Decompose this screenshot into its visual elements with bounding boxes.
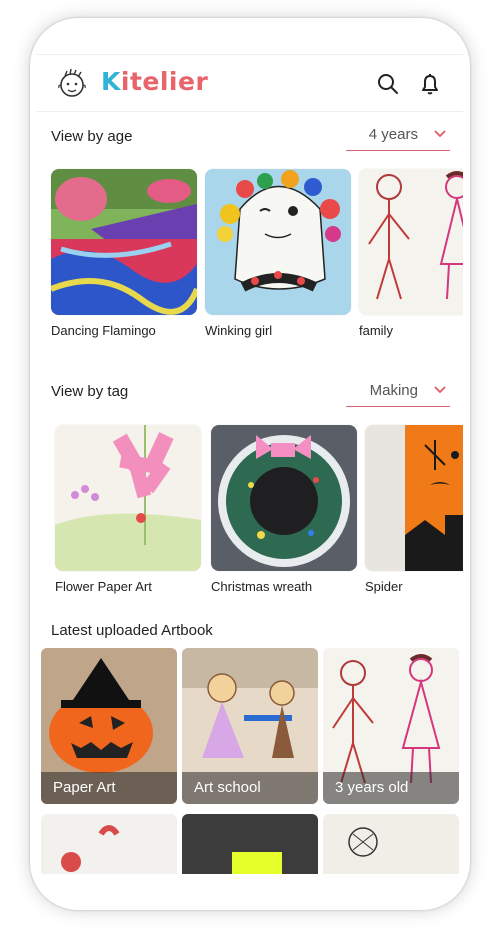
app-bar: Kitelier xyxy=(37,55,463,112)
artwork-card[interactable]: Christmas wreath xyxy=(211,425,357,594)
tag-artwork-row[interactable]: Flower Paper Art Christmas wreath Spider xyxy=(37,425,463,600)
app-screen: Kitelier View by age 4 years Dancing Fla… xyxy=(37,54,463,877)
artwork-caption: Dancing Flamingo xyxy=(51,323,156,338)
bell-icon[interactable] xyxy=(418,72,442,96)
artwork-caption: Spider xyxy=(365,579,403,594)
artbook-tile[interactable] xyxy=(41,814,177,874)
artbook-tile[interactable]: Art school xyxy=(182,648,318,804)
artbook-tile[interactable]: Paper Art xyxy=(41,648,177,804)
artbook-tile[interactable] xyxy=(323,814,459,874)
brand-text-rest: itelier xyxy=(120,67,209,96)
search-icon[interactable] xyxy=(376,72,400,96)
latest-artbook-title: Latest uploaded Artbook xyxy=(51,622,213,639)
app-logo-text: Kitelier xyxy=(101,67,208,96)
artwork-thumbnail[interactable] xyxy=(51,169,197,315)
artwork-caption: Christmas wreath xyxy=(211,579,313,594)
artwork-caption: family xyxy=(359,323,393,338)
brand-letter-k: K xyxy=(101,67,121,96)
artbook-label: Art school xyxy=(182,772,318,804)
artwork-caption: Winking girl xyxy=(205,323,273,338)
artwork-thumbnail[interactable] xyxy=(359,169,463,315)
artwork-thumbnail[interactable] xyxy=(55,425,201,571)
artwork-card[interactable]: family xyxy=(359,169,463,338)
view-by-age-title: View by age xyxy=(51,128,133,145)
age-artwork-row[interactable]: Dancing Flamingo Winking girl family xyxy=(37,169,463,344)
view-by-tag-title: View by tag xyxy=(51,383,129,400)
artwork-thumbnail[interactable] xyxy=(205,169,351,315)
child-face-logo-icon xyxy=(58,68,86,97)
artbook-tile[interactable] xyxy=(182,814,318,874)
age-dropdown[interactable]: 4 years xyxy=(346,122,450,151)
artwork-card[interactable]: Spider xyxy=(365,425,463,594)
chevron-down-icon xyxy=(434,386,446,394)
artbook-tile[interactable]: 3 years old xyxy=(323,648,459,804)
chevron-down-icon xyxy=(434,130,446,138)
phone-frame: Kitelier View by age 4 years Dancing Fla… xyxy=(30,18,470,910)
artwork-card[interactable]: Winking girl xyxy=(205,169,351,338)
artbook-label: 3 years old xyxy=(323,772,459,804)
tag-dropdown[interactable]: Making xyxy=(346,378,450,407)
tag-dropdown-value: Making xyxy=(369,382,418,399)
artwork-card[interactable]: Flower Paper Art xyxy=(55,425,201,594)
artbook-label: Paper Art xyxy=(41,772,177,804)
artwork-caption: Flower Paper Art xyxy=(55,579,152,594)
artwork-thumbnail[interactable] xyxy=(365,425,463,571)
artbook-grid[interactable]: Paper Art Art school 3 years old xyxy=(37,648,463,877)
age-dropdown-value: 4 years xyxy=(368,126,418,143)
artwork-thumbnail[interactable] xyxy=(211,425,357,571)
artwork-card[interactable]: Dancing Flamingo xyxy=(51,169,197,338)
